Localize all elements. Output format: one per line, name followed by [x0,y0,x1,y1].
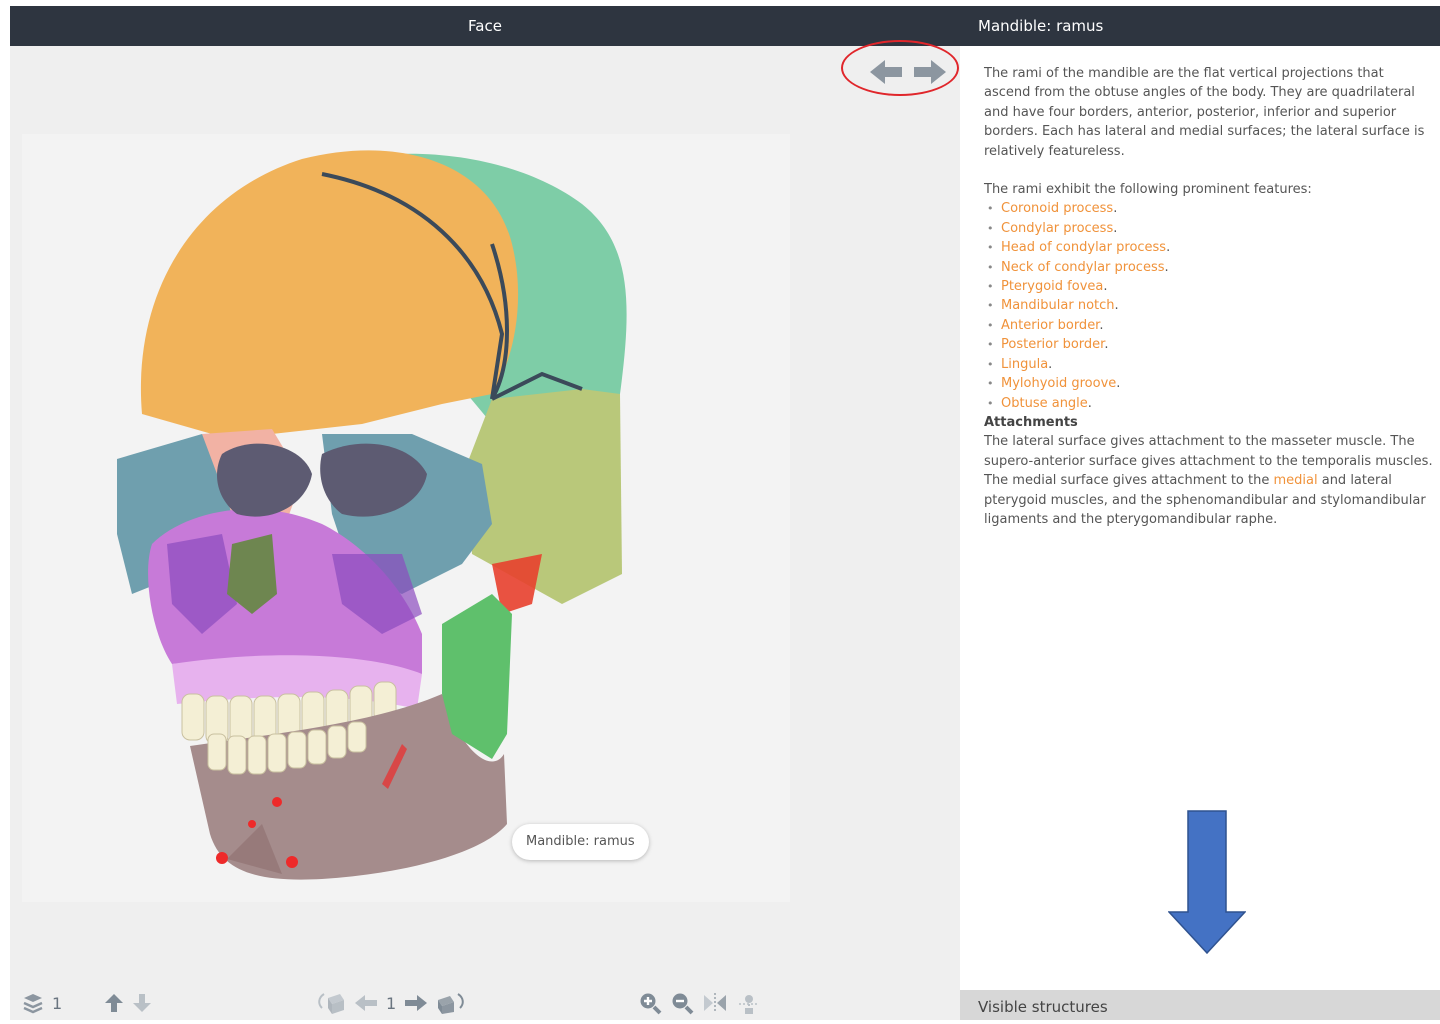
feature-link[interactable]: Mandibular notch [1001,298,1115,313]
rotate-left-icon[interactable] [316,990,346,1016]
structure-description: The rami of the mandible are the flat ve… [984,64,1434,529]
list-item: Lingula. [984,355,1434,375]
attachments-paragraph: The lateral surface gives attachment to … [984,432,1434,529]
structure-tooltip-label: Mandible: ramus [526,834,635,849]
list-item: Coronoid process. [984,199,1434,219]
visible-structures-label: Visible structures [978,998,1108,1016]
feature-link[interactable]: Mylohyoid groove [1001,376,1116,391]
viewer-toolbar: 1 1 [10,986,960,1020]
features-intro: The rami exhibit the following prominent… [984,182,1312,198]
prev-structure-arrow-icon[interactable] [870,60,902,84]
info-panel-header: Mandible: ramus [960,6,1440,46]
description-paragraph: The rami of the mandible are the flat ve… [984,66,1425,159]
arrow-down-icon[interactable] [132,992,152,1014]
feature-link[interactable]: Anterior border [1001,318,1099,333]
model-panel-title: Face [468,17,502,35]
next-structure-arrow-icon[interactable] [914,60,946,84]
structure-nav [868,58,948,86]
list-item: Anterior border. [984,316,1434,336]
feature-link[interactable]: Pterygoid fovea [1001,279,1103,294]
list-item: Pterygoid fovea. [984,277,1434,297]
step-number: 1 [386,993,397,1013]
rotate-right-icon[interactable] [436,990,466,1016]
layers-control[interactable]: 1 [22,986,62,1020]
feature-link[interactable]: Condylar process [1001,221,1113,236]
skull-model[interactable] [22,134,790,902]
layers-icon[interactable] [22,992,44,1014]
annotation-down-arrow-icon [1168,810,1246,954]
arrow-up-icon[interactable] [104,992,124,1014]
model-panel: Face Mandible: ramus 1 1 [10,6,960,1020]
list-item: Mylohyoid groove. [984,374,1434,394]
zoom-out-icon[interactable] [670,991,694,1015]
features-list: Coronoid process. Condylar process. Head… [984,199,1434,414]
arrow-left-icon[interactable] [354,993,378,1013]
3d-viewer[interactable]: Mandible: ramus [22,134,790,902]
medial-link[interactable]: medial [1273,473,1317,488]
info-panel-title: Mandible: ramus [978,17,1104,35]
list-item: Neck of condylar process. [984,258,1434,278]
structure-tooltip: Mandible: ramus [512,824,649,860]
zoom-controls [638,986,762,1020]
feature-link[interactable]: Coronoid process [1001,201,1113,216]
mirror-icon[interactable] [702,991,728,1015]
layer-up-down [104,986,152,1020]
feature-link[interactable]: Lingula [1001,357,1048,372]
feature-link[interactable]: Obtuse angle [1001,396,1088,411]
list-item: Mandibular notch. [984,296,1434,316]
feature-link[interactable]: Neck of condylar process [1001,260,1165,275]
light-icon[interactable] [736,990,762,1016]
list-item: Condylar process. [984,219,1434,239]
model-panel-header: Face [10,6,960,46]
list-item: Obtuse angle. [984,394,1434,414]
step-nav: 1 [316,986,466,1020]
list-item: Posterior border. [984,335,1434,355]
visible-structures-bar[interactable]: Visible structures [960,990,1440,1020]
zoom-in-icon[interactable] [638,991,662,1015]
attachments-title: Attachments [984,414,1078,430]
feature-link[interactable]: Posterior border [1001,337,1104,352]
list-item: Head of condylar process. [984,238,1434,258]
arrow-right-icon[interactable] [404,993,428,1013]
feature-link[interactable]: Head of condylar process [1001,240,1166,255]
layers-count: 1 [52,993,63,1013]
